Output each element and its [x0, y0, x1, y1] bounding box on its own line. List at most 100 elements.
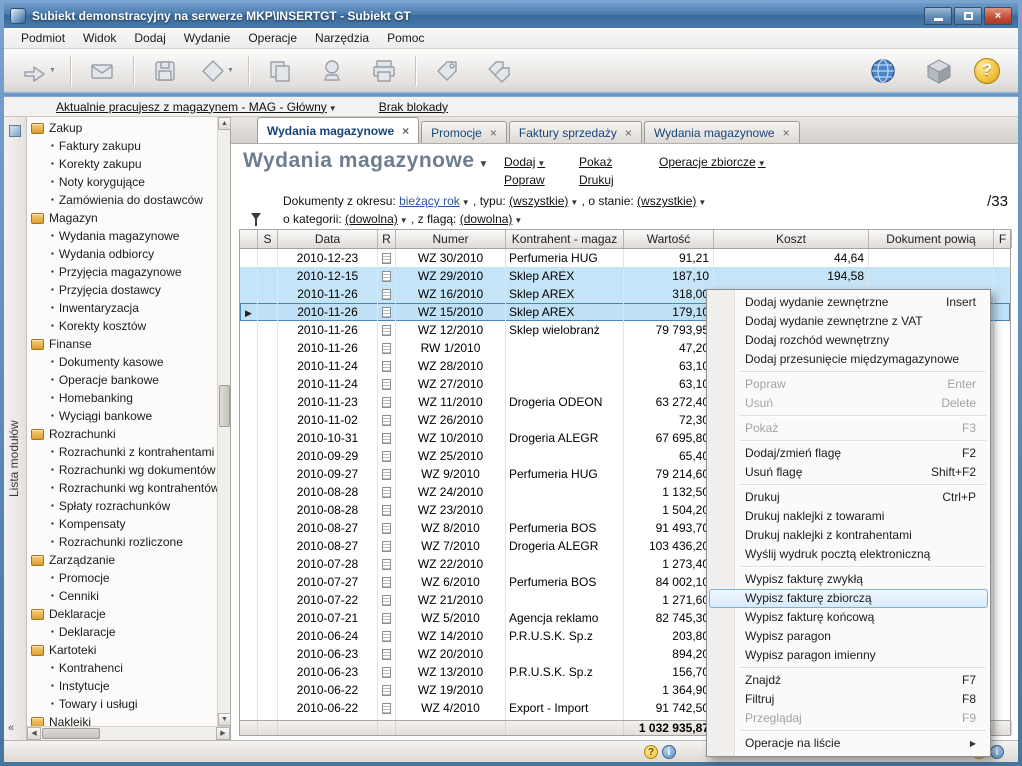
menu-item[interactable]: Narzędzia	[306, 28, 378, 48]
column-header[interactable]: Data	[278, 230, 378, 248]
tree-horizontal-scrollbar[interactable]: ◀ ▶	[27, 726, 230, 740]
context-menu-item[interactable]: Wypisz fakturę zwykłą	[709, 570, 988, 589]
context-menu-item[interactable]: Znajdź F7	[709, 671, 988, 690]
add-link[interactable]: Dodaj▼	[504, 155, 545, 169]
copy-button[interactable]	[259, 53, 301, 89]
context-menu-item[interactable]: Filtruj F8	[709, 690, 988, 709]
sidebar-item[interactable]: Kartoteki	[27, 641, 217, 659]
tab-close-icon[interactable]: ×	[625, 128, 632, 138]
sidebar-item[interactable]: ▪ Korekty zakupu	[27, 155, 217, 173]
modules-button[interactable]	[918, 53, 960, 89]
tab-close-icon[interactable]: ×	[402, 126, 409, 136]
page-title[interactable]: Wydania magazynowe▼	[243, 149, 489, 173]
context-menu-item[interactable]: Usuń flagę Shift+F2	[709, 463, 988, 482]
sidebar-item[interactable]: Zakup	[27, 119, 217, 137]
sidebar-item[interactable]: ▪ Spłaty rozrachunków	[27, 497, 217, 515]
column-header[interactable]: Kontrahent - magaz	[506, 230, 624, 248]
sidebar-item[interactable]: ▪ Deklaracje	[27, 623, 217, 641]
save-button[interactable]	[144, 53, 186, 89]
sidebar-item[interactable]: ▪ Homebanking	[27, 389, 217, 407]
column-header[interactable]: Dokument powią	[869, 230, 994, 248]
minimize-button[interactable]	[924, 7, 952, 25]
sidebar-item[interactable]: ▪ Inwentaryzacja	[27, 299, 217, 317]
context-menu-item[interactable]: Wypisz paragon imienny	[709, 646, 988, 665]
context-menu-item[interactable]: Dodaj przesunięcie międzymagazynowe	[709, 350, 988, 369]
sidebar-item[interactable]: ▪ Noty korygujące	[27, 173, 217, 191]
maximize-button[interactable]	[954, 7, 982, 25]
lock-status-link[interactable]: Brak blokady	[379, 100, 448, 114]
tab-close-icon[interactable]: ×	[490, 128, 497, 138]
sidebar-item[interactable]: ▪ Dokumenty kasowe	[27, 353, 217, 371]
scrollbar-thumb[interactable]	[42, 728, 100, 739]
context-menu-item[interactable]: Dodaj/zmień flagę F2	[709, 444, 988, 463]
menu-item[interactable]: Dodaj	[125, 28, 174, 48]
context-menu-item[interactable]: Wyślij wydruk pocztą elektroniczną	[709, 545, 988, 564]
tab[interactable]: Promocje ×	[421, 121, 507, 143]
sidebar-item[interactable]: ▪ Rozrachunki wg dokumentów	[27, 461, 217, 479]
scrollbar-thumb[interactable]	[219, 385, 230, 427]
context-menu-item[interactable]: Drukuj Ctrl+P	[709, 488, 988, 507]
send-mail-button[interactable]	[81, 53, 123, 89]
tab-close-icon[interactable]: ×	[783, 128, 790, 138]
modules-panel-icon[interactable]	[9, 125, 21, 137]
sidebar-item[interactable]: ▪ Kompensaty	[27, 515, 217, 533]
menu-item[interactable]: Podmiot	[12, 28, 74, 48]
context-menu-item[interactable]: Dodaj wydanie zewnętrzne Insert	[709, 293, 988, 312]
scroll-right-icon[interactable]: ▶	[216, 727, 230, 740]
print-button[interactable]	[363, 53, 405, 89]
context-menu-item[interactable]: Wypisz fakturę zbiorczą	[709, 589, 988, 608]
menu-item[interactable]: Operacje	[239, 28, 306, 48]
sidebar-item[interactable]: ▪ Towary i usługi	[27, 695, 217, 713]
state-filter-link[interactable]: (wszystkie)	[637, 194, 696, 208]
context-menu-item[interactable]: Dodaj rozchód wewnętrzny	[709, 331, 988, 350]
close-button[interactable]: ×	[984, 7, 1012, 25]
seal-button[interactable]	[311, 53, 353, 89]
column-header[interactable]: Wartość	[624, 230, 714, 248]
sidebar-item[interactable]: ▪ Wydania magazynowe	[27, 227, 217, 245]
sidebar-item[interactable]: ▪ Przyjęcia magazynowe	[27, 263, 217, 281]
context-menu-item[interactable]: Dodaj wydanie zewnętrzne z VAT	[709, 312, 988, 331]
edit-link[interactable]: Popraw	[504, 173, 545, 187]
labels-button[interactable]	[478, 53, 520, 89]
show-link[interactable]: Pokaż	[579, 155, 612, 169]
sidebar-item[interactable]: ▪ Rozrachunki z kontrahentami	[27, 443, 217, 461]
collapse-panel-icon[interactable]: «	[8, 722, 14, 734]
sidebar-item[interactable]: Magazyn	[27, 209, 217, 227]
sidebar-item[interactable]: ▪ Instytucje	[27, 677, 217, 695]
flag-filter-link[interactable]: (dowolna)	[460, 212, 513, 226]
context-menu-item[interactable]: Pokaż F3	[709, 419, 988, 438]
tag-button[interactable]	[426, 53, 468, 89]
current-warehouse-link[interactable]: Aktualnie pracujesz z magazynem - MAG - …	[56, 100, 327, 114]
column-header[interactable]: S	[258, 230, 278, 248]
info-icon[interactable]: i	[662, 745, 676, 759]
column-header[interactable]: Numer	[396, 230, 506, 248]
scroll-left-icon[interactable]: ◀	[27, 727, 41, 740]
sidebar-item[interactable]: ▪ Operacje bankowe	[27, 371, 217, 389]
tree-vertical-scrollbar[interactable]: ▲ ▼	[217, 117, 230, 726]
homepage-button[interactable]	[862, 53, 904, 89]
menu-item[interactable]: Wydanie	[175, 28, 240, 48]
context-menu-item[interactable]: Drukuj naklejki z kontrahentami	[709, 526, 988, 545]
context-menu-item[interactable]: Drukuj naklejki z towarami	[709, 507, 988, 526]
filter-funnel-icon[interactable]	[251, 213, 261, 220]
sidebar-item[interactable]: ▪ Rozrachunki wg kontrahentów	[27, 479, 217, 497]
column-header[interactable]: R	[378, 230, 396, 248]
sidebar-item[interactable]: ▪ Korekty kosztów	[27, 317, 217, 335]
context-menu-item[interactable]: Operacje na liście ▶	[709, 734, 988, 753]
print-link[interactable]: Drukuj	[579, 173, 614, 187]
table-row[interactable]: 2010-12-23 WZ 30/2010 Perfumeria HUG 91,…	[240, 249, 1010, 267]
sidebar-item[interactable]: ▪ Przyjęcia dostawcy	[27, 281, 217, 299]
sidebar-item[interactable]: ▪ Kontrahenci	[27, 659, 217, 677]
sidebar-item[interactable]: Zarządzanie	[27, 551, 217, 569]
sidebar-item[interactable]: ▪ Faktury zakupu	[27, 137, 217, 155]
sidebar-item[interactable]: ▪ Promocje	[27, 569, 217, 587]
type-filter-link[interactable]: (wszystkie)	[509, 194, 568, 208]
context-menu-item[interactable]: Wypisz fakturę końcową	[709, 608, 988, 627]
sidebar-item[interactable]: ▪ Wydania odbiorcy	[27, 245, 217, 263]
edit-button[interactable]: ▼	[196, 53, 238, 89]
sidebar-item[interactable]: ▪ Cenniki	[27, 587, 217, 605]
sidebar-item[interactable]: Finanse	[27, 335, 217, 353]
column-header[interactable]	[240, 230, 258, 248]
table-row[interactable]: 2010-12-15 WZ 29/2010 Sklep AREX 187,10 …	[240, 267, 1010, 285]
menu-item[interactable]: Pomoc	[378, 28, 433, 48]
